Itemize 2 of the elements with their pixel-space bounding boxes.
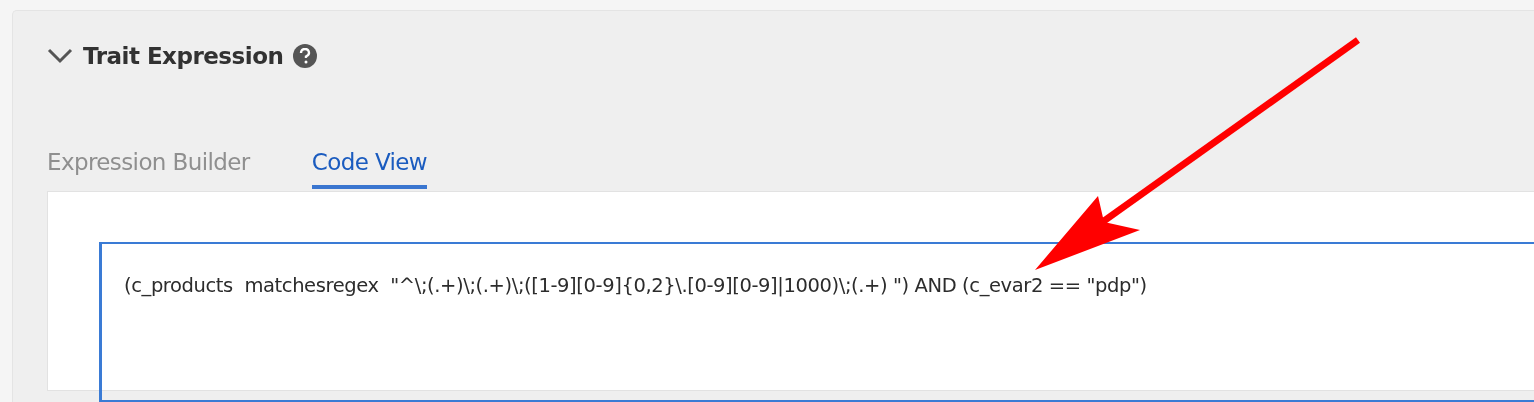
section-title: Trait Expression xyxy=(83,43,284,69)
tab[interactable]: Expression Builder xyxy=(47,149,250,189)
